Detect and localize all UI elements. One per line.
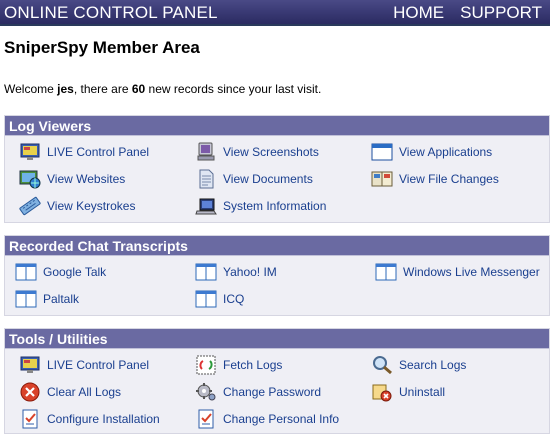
globe-monitor-icon <box>19 169 41 189</box>
section-title: Tools / Utilities <box>5 329 549 349</box>
link-uninstall[interactable]: Uninstall <box>371 382 445 402</box>
chat-window-icon <box>15 289 37 309</box>
link-label: Yahoo! IM <box>223 265 277 279</box>
link-label: LIVE Control Panel <box>47 358 150 372</box>
link-google-talk[interactable]: Google Talk <box>15 262 106 282</box>
link-view-websites[interactable]: View Websites <box>19 169 125 189</box>
nav-home[interactable]: HOME <box>393 3 444 23</box>
link-label: Configure Installation <box>47 412 160 426</box>
welcome-middle: , there are <box>73 82 132 96</box>
welcome-count: 60 <box>131 82 146 96</box>
chat-window-icon <box>15 262 37 282</box>
gear-icon <box>195 382 217 402</box>
document-icon <box>195 169 217 189</box>
section-title: Recorded Chat Transcripts <box>5 236 549 256</box>
link-label: System Information <box>223 199 327 213</box>
link-label: Google Talk <box>43 265 107 279</box>
link-live-control-panel-tools[interactable]: LIVE Control Panel <box>19 355 149 375</box>
link-label: View Keystrokes <box>47 199 136 213</box>
link-view-screenshots[interactable]: View Screenshots <box>195 142 319 162</box>
link-view-applications[interactable]: View Applications <box>371 142 492 162</box>
link-view-keystrokes[interactable]: View Keystrokes <box>19 196 135 216</box>
link-label: View Websites <box>47 172 126 186</box>
chat-window-icon <box>195 289 217 309</box>
brand-title: ONLINE CONTROL PANEL <box>4 3 218 22</box>
link-label: Clear All Logs <box>47 385 122 399</box>
link-label: View Documents <box>223 172 313 186</box>
chat-window-icon <box>195 262 217 282</box>
checklist-icon <box>195 409 217 429</box>
section-log-viewers: Log Viewers LIVE Control Panel View Scre… <box>4 115 550 223</box>
link-label: View Screenshots <box>223 145 319 159</box>
link-change-personal-info[interactable]: Change Personal Info <box>195 409 339 429</box>
link-label: LIVE Control Panel <box>47 145 150 159</box>
top-bar: ONLINE CONTROL PANEL HOME SUPPORT <box>0 0 550 26</box>
window-icon <box>371 142 393 162</box>
link-clear-all-logs[interactable]: Clear All Logs <box>19 382 121 402</box>
screenshot-icon <box>195 142 217 162</box>
monitor-icon <box>19 355 41 375</box>
link-label: ICQ <box>223 292 245 306</box>
link-label: Windows Live Messenger <box>403 265 540 279</box>
delete-icon <box>19 382 41 402</box>
section-title: Log Viewers <box>5 116 549 136</box>
top-nav: HOME SUPPORT <box>393 3 542 23</box>
welcome-user: jes <box>57 82 74 96</box>
laptop-icon <box>195 196 217 216</box>
link-yahoo-im[interactable]: Yahoo! IM <box>195 262 277 282</box>
link-paltalk[interactable]: Paltalk <box>15 289 79 309</box>
link-label: Change Password <box>223 385 322 399</box>
page-title: SniperSpy Member Area <box>4 38 200 57</box>
link-windows-live-messenger[interactable]: Windows Live Messenger <box>375 262 540 282</box>
nav-support[interactable]: SUPPORT <box>460 3 542 23</box>
section-chat-transcripts: Recorded Chat Transcripts Google Talk Ya… <box>4 235 550 316</box>
link-fetch-logs[interactable]: Fetch Logs <box>195 355 282 375</box>
link-view-file-changes[interactable]: View File Changes <box>371 169 499 189</box>
link-search-logs[interactable]: Search Logs <box>371 355 466 375</box>
monitor-icon <box>19 142 41 162</box>
chat-window-icon <box>375 262 397 282</box>
magnifier-icon <box>371 355 393 375</box>
link-view-documents[interactable]: View Documents <box>195 169 313 189</box>
link-change-password[interactable]: Change Password <box>195 382 321 402</box>
section-tools-utilities: Tools / Utilities LIVE Control Panel Fet… <box>4 328 550 434</box>
keyboard-icon <box>19 196 41 216</box>
book-icon <box>371 169 393 189</box>
uninstall-icon <box>371 382 393 402</box>
link-label: Paltalk <box>43 292 80 306</box>
link-icq[interactable]: ICQ <box>195 289 244 309</box>
link-live-control-panel[interactable]: LIVE Control Panel <box>19 142 149 162</box>
checklist-icon <box>19 409 41 429</box>
link-system-information[interactable]: System Information <box>195 196 326 216</box>
link-label: Search Logs <box>399 358 467 372</box>
link-configure-installation[interactable]: Configure Installation <box>19 409 160 429</box>
welcome-prefix: Welcome <box>4 82 58 96</box>
welcome-suffix: new records since your last visit. <box>145 82 322 96</box>
link-label: View Applications <box>399 145 493 159</box>
link-label: Fetch Logs <box>223 358 283 372</box>
link-label: View File Changes <box>399 172 499 186</box>
refresh-icon <box>195 355 217 375</box>
welcome-message: Welcome jes, there are 60 new records si… <box>4 82 321 96</box>
link-label: Uninstall <box>399 385 446 399</box>
link-label: Change Personal Info <box>223 412 340 426</box>
